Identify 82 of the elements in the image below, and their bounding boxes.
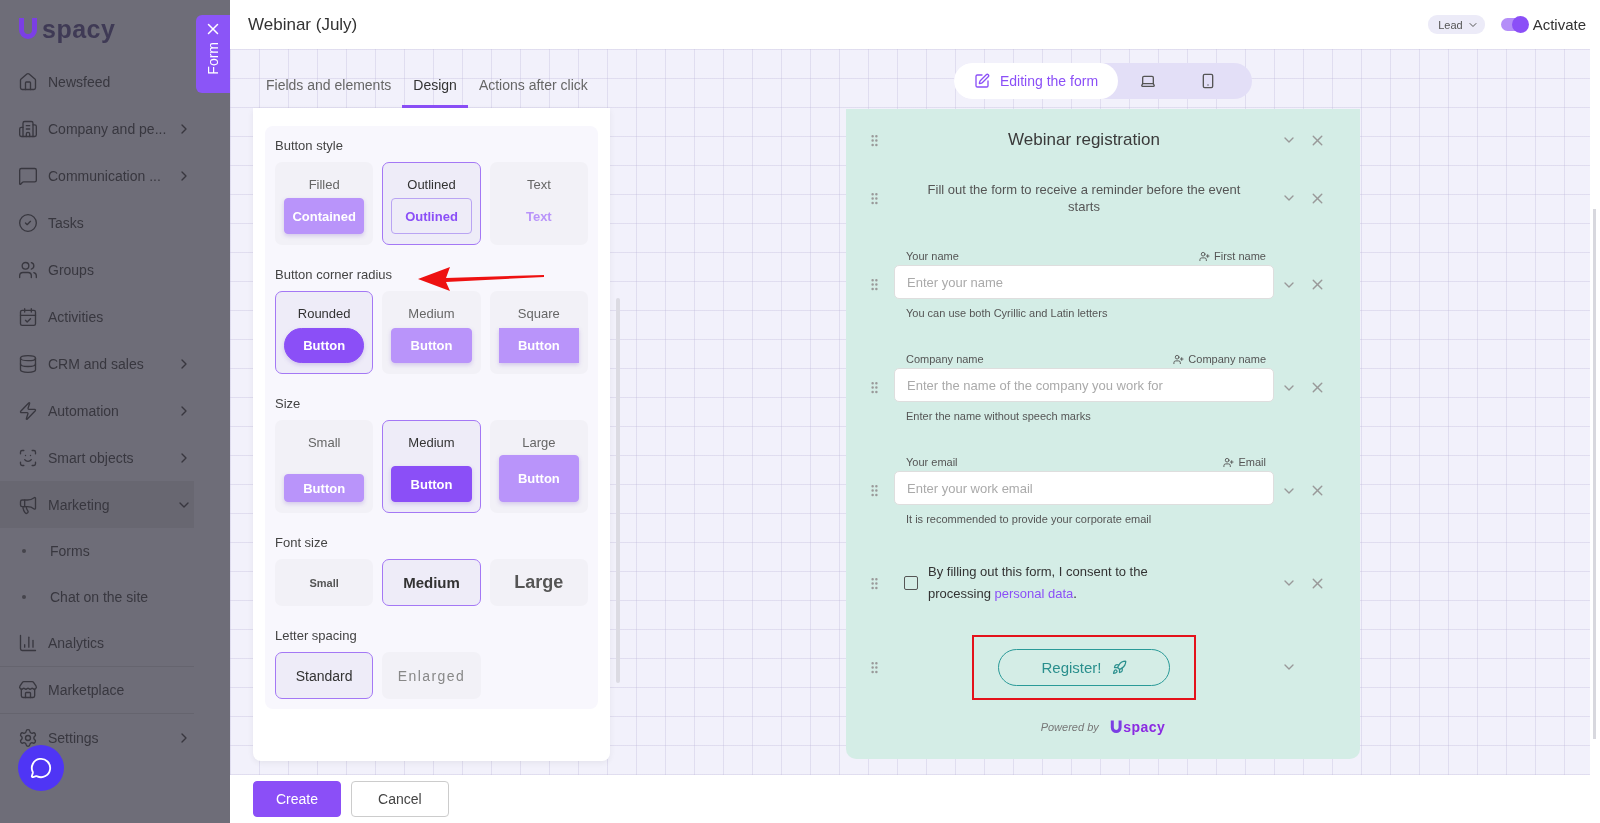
- field-label: Your name: [906, 250, 959, 262]
- sample-button: Button: [284, 328, 365, 363]
- sample-button: Contained: [284, 198, 365, 234]
- sample-button: Button: [391, 328, 472, 363]
- sample-button: Button: [391, 466, 472, 502]
- logo-text: spacy: [1123, 719, 1166, 735]
- sample-text: Text: [524, 207, 553, 226]
- option-label: Rounded: [297, 306, 351, 321]
- option-card[interactable]: Standard: [275, 652, 374, 699]
- cancel-button[interactable]: Cancel: [351, 781, 449, 817]
- option-label: Square: [517, 306, 560, 321]
- input-field[interactable]: Enter the name of the company you work for: [894, 368, 1274, 402]
- sample-button: Outlined: [391, 198, 472, 234]
- view-mode-button[interactable]: Editing the form: [954, 63, 1119, 99]
- option-label: Standard: [295, 667, 353, 684]
- powered-by-text: Powered by: [1040, 721, 1099, 733]
- option-card[interactable]: Medium Button: [382, 291, 481, 374]
- option-card[interactable]: Enlarged: [382, 652, 481, 699]
- option-label: Medium: [408, 306, 455, 321]
- sidebar-item[interactable]: Company and pe...: [0, 105, 194, 152]
- section-title: Size: [275, 396, 302, 411]
- option-card[interactable]: Filled Contained: [275, 162, 374, 245]
- sidebar-item[interactable]: Newsfeed: [0, 58, 194, 105]
- field-hint: You can use both Cyrillic and Latin letters: [905, 306, 1109, 319]
- option-card[interactable]: Small Button: [275, 420, 374, 513]
- option-label: Medium: [408, 435, 455, 450]
- option-label: Large: [522, 435, 556, 450]
- sidebar-item[interactable]: Automation: [0, 387, 194, 434]
- sidebar-item[interactable]: Activities: [0, 293, 194, 340]
- option-label: Outlined: [407, 177, 456, 192]
- sidebar-item[interactable]: Groups: [0, 246, 194, 293]
- option-card[interactable]: Outlined Outlined: [382, 162, 481, 245]
- option-label: Small: [309, 576, 339, 589]
- form-title: Webinar registration: [1007, 130, 1161, 150]
- field-hint: Enter the name without speech marks: [905, 409, 1092, 422]
- option-card[interactable]: Large: [489, 559, 588, 606]
- field-mapping: Company name: [1173, 353, 1266, 365]
- sidebar-item[interactable]: Analytics: [0, 620, 194, 667]
- field-mapping: First name: [1199, 250, 1266, 262]
- option-label: Text: [526, 177, 551, 192]
- sample-button: Button: [498, 328, 579, 363]
- option-card[interactable]: Medium: [382, 559, 481, 606]
- option-label: Filled: [308, 177, 340, 192]
- section-title: Button style: [275, 138, 344, 153]
- tab[interactable]: Fields and elements: [255, 77, 403, 108]
- option-card[interactable]: Large Button: [489, 420, 588, 513]
- input-field[interactable]: Enter your work email: [894, 471, 1274, 505]
- sidebar-item[interactable]: Settings: [0, 714, 194, 761]
- option-label: Medium: [403, 574, 460, 591]
- tab[interactable]: Actions after click: [467, 77, 599, 108]
- entity-dropdown[interactable]: Lead: [1428, 15, 1485, 34]
- sample-button: Button: [498, 455, 579, 502]
- option-card[interactable]: Square Button: [489, 291, 588, 374]
- create-button[interactable]: Create: [253, 781, 342, 817]
- sample-button: Button: [284, 474, 365, 502]
- field-label: Your email: [906, 456, 958, 468]
- page-title: Webinar (July): [248, 14, 359, 35]
- sidebar-item[interactable]: Communication ...: [0, 152, 194, 199]
- sidebar-subitem[interactable]: Chat on the site: [0, 574, 194, 620]
- sidebar-item[interactable]: Marketplace: [0, 667, 194, 714]
- consent-text: By filling out this form, I consent to the processing personal data.: [928, 563, 1149, 603]
- section-title: Letter spacing: [275, 628, 358, 643]
- option-label: Enlarged: [397, 667, 466, 684]
- section-title: Font size: [275, 535, 329, 550]
- drawer-tab[interactable]: Form: [196, 15, 230, 93]
- field-hint: It is recommended to provide your corporate email: [905, 512, 1153, 525]
- field-label: Company name: [906, 353, 984, 365]
- toggle-label: Activate: [1532, 16, 1586, 33]
- option-card[interactable]: Text Text: [489, 162, 588, 245]
- sidebar-item[interactable]: CRM and sales: [0, 340, 194, 387]
- input-field[interactable]: Enter your name: [894, 265, 1274, 299]
- option-card[interactable]: Rounded Button: [275, 291, 374, 374]
- field-mapping: Email: [1223, 456, 1266, 468]
- option-card[interactable]: Small: [275, 559, 374, 606]
- option-card[interactable]: Medium Button: [382, 420, 481, 513]
- form-description: Fill out the form to receive a reminder before the event starts: [926, 181, 1242, 215]
- option-label: Large: [514, 572, 564, 593]
- option-label: Small: [307, 435, 341, 450]
- sidebar-item[interactable]: Smart objects: [0, 434, 194, 481]
- section-title: Button corner radius: [275, 267, 394, 282]
- sidebar-subitem[interactable]: Forms: [0, 528, 194, 574]
- sidebar-item[interactable]: Tasks: [0, 199, 194, 246]
